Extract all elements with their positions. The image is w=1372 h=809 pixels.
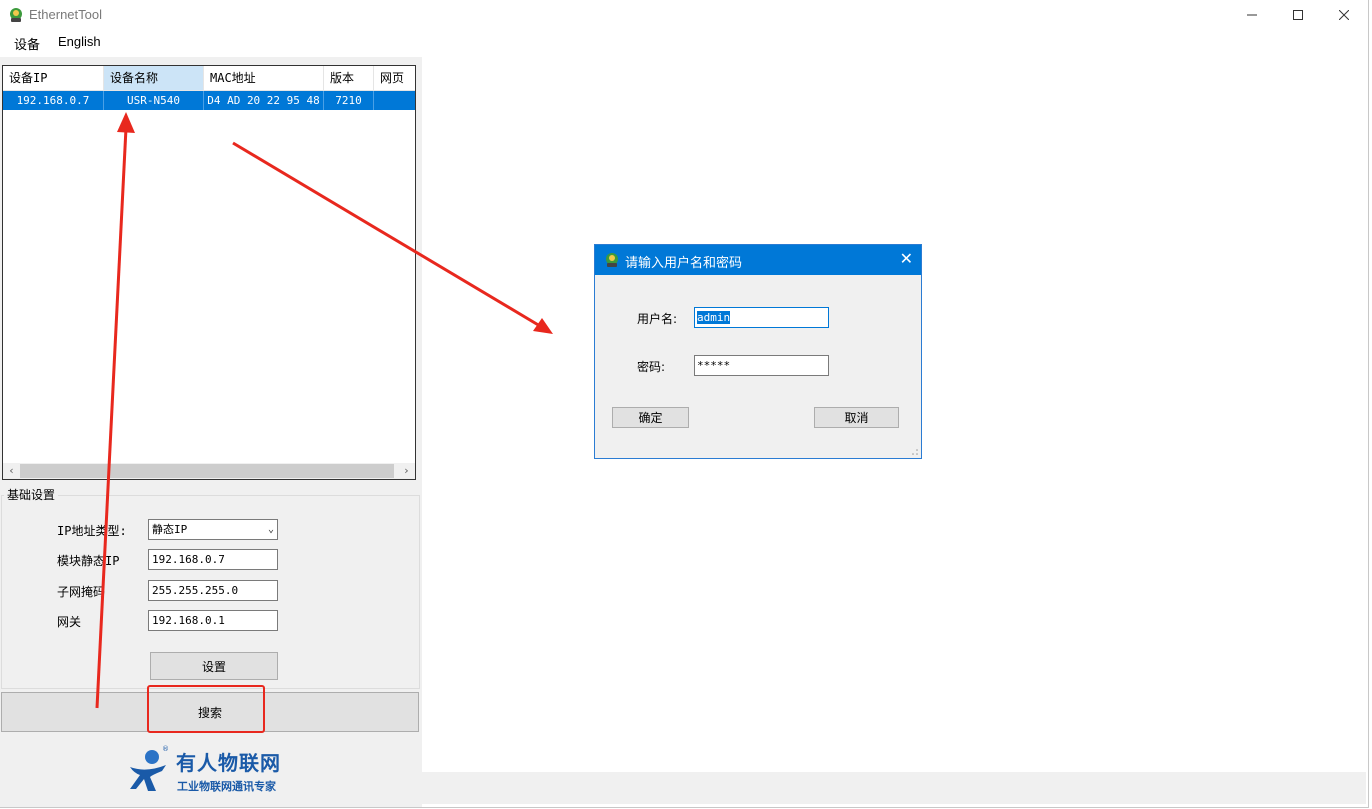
column-device-ip[interactable]: 设备IP (3, 66, 104, 90)
svg-text:®: ® (162, 745, 169, 753)
column-mac[interactable]: MAC地址 (204, 66, 324, 90)
cell-mac: D4 AD 20 22 95 48 (204, 91, 324, 110)
column-version[interactable]: 版本 (324, 66, 374, 90)
device-list[interactable]: 设备IP 设备名称 MAC地址 版本 网页 192.168.0.7 USR-N5… (2, 65, 416, 480)
subnet-input[interactable]: 255.255.255.0 (148, 580, 278, 601)
scroll-right-icon[interactable]: › (398, 463, 415, 479)
main-window: EthernetTool 设备 English 设备IP 设备名称 MAC地址 … (0, 0, 1369, 808)
username-value: admin (697, 311, 731, 324)
column-web[interactable]: 网页 (374, 66, 415, 90)
column-device-name[interactable]: 设备名称 (104, 66, 204, 90)
username-label: 用户名: (637, 312, 678, 326)
subnet-label: 子网掩码 (57, 585, 106, 599)
gateway-label: 网关 (57, 615, 82, 629)
cell-web[interactable] (374, 91, 415, 110)
ok-button[interactable]: 确定 (612, 407, 689, 428)
dialog-close-icon[interactable]: ✕ (900, 249, 913, 268)
ip-type-select[interactable]: 静态IP ⌄ (148, 519, 278, 540)
company-logo: ® 有人物联网 工业物联网通讯专家 (126, 745, 296, 797)
close-icon (1339, 10, 1349, 20)
username-input[interactable]: admin (694, 307, 829, 328)
password-input[interactable]: ***** (694, 355, 829, 376)
static-ip-label: 模块静态IP (57, 554, 120, 568)
close-button[interactable] (1321, 0, 1367, 30)
device-list-header: 设备IP 设备名称 MAC地址 版本 网页 (3, 66, 415, 91)
maximize-icon (1293, 10, 1303, 20)
cancel-button[interactable]: 取消 (814, 407, 899, 428)
scroll-left-icon[interactable]: ‹ (3, 463, 20, 479)
resize-grip-icon[interactable] (911, 448, 919, 456)
menu-bar: 设备 English (0, 30, 1368, 56)
minimize-button[interactable] (1229, 0, 1275, 30)
scroll-thumb[interactable] (20, 464, 394, 478)
menu-device[interactable]: 设备 (14, 34, 40, 53)
app-icon (606, 253, 618, 267)
ip-type-value: 静态IP (152, 523, 188, 536)
window-title: EthernetTool (29, 7, 102, 22)
login-dialog: 请输入用户名和密码 ✕ 用户名: admin 密码: ***** 确定 取消 (594, 244, 922, 459)
password-label: 密码: (637, 360, 666, 374)
set-button[interactable]: 设置 (150, 652, 278, 680)
minimize-icon (1247, 14, 1257, 16)
horizontal-scrollbar[interactable]: ‹ › (3, 463, 415, 479)
chevron-down-icon: ⌄ (267, 524, 274, 535)
logo-name: 有人物联网 (176, 751, 281, 775)
logo-tagline: 工业物联网通讯专家 (177, 780, 276, 793)
cell-name: USR-N540 (104, 91, 204, 110)
bottom-strip (422, 772, 1366, 804)
app-icon (10, 8, 22, 22)
cell-ip: 192.168.0.7 (3, 91, 104, 110)
basic-settings-title: 基础设置 (4, 486, 59, 503)
dialog-title-bar: 请输入用户名和密码 ✕ (595, 245, 921, 275)
maximize-button[interactable] (1275, 0, 1321, 30)
annotation-highlight-box (147, 685, 265, 733)
table-row[interactable]: 192.168.0.7 USR-N540 D4 AD 20 22 95 48 7… (3, 91, 415, 110)
cell-version: 7210 (324, 91, 374, 110)
dialog-title: 请输入用户名和密码 (625, 256, 743, 271)
logo-person-icon: ® (130, 745, 169, 791)
menu-english[interactable]: English (58, 34, 101, 49)
static-ip-input[interactable]: 192.168.0.7 (148, 549, 278, 570)
gateway-input[interactable]: 192.168.0.1 (148, 610, 278, 631)
title-bar: EthernetTool (0, 0, 1368, 30)
ip-type-label: IP地址类型: (57, 524, 127, 538)
